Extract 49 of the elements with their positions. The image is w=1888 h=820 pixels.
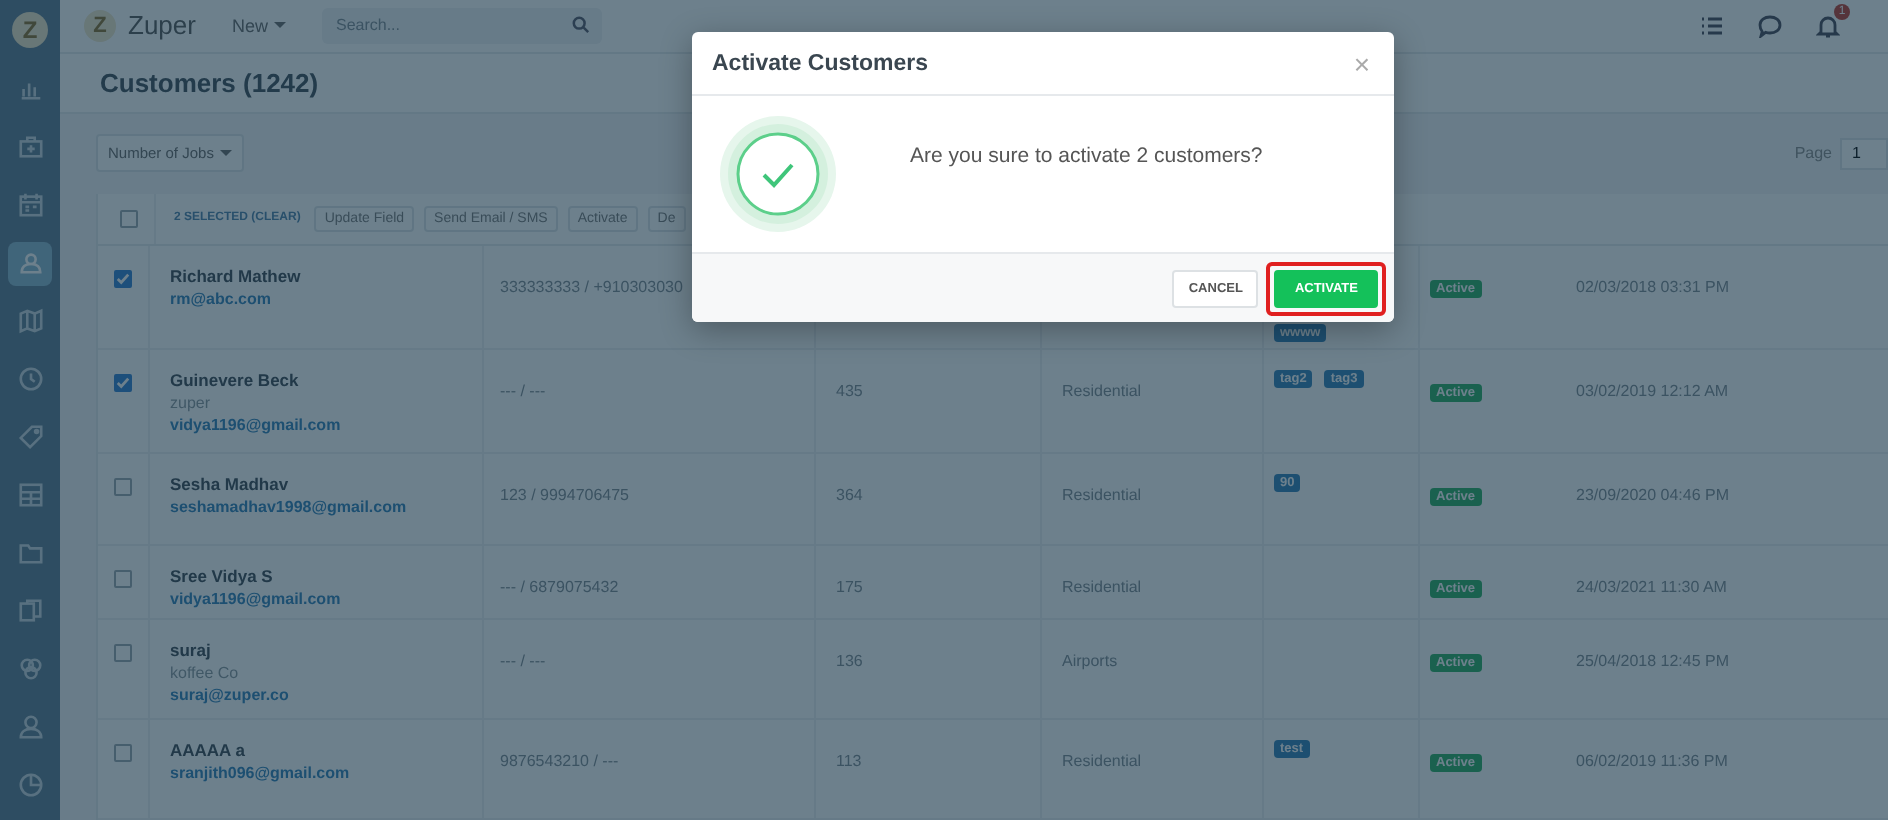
folder-icon: [17, 540, 43, 566]
cubes-icon: [17, 656, 43, 682]
map-icon: [17, 308, 43, 334]
checkbox[interactable]: [114, 269, 132, 288]
email-link[interactable]: rm@abc.com: [170, 289, 482, 308]
chat-icon[interactable]: [1758, 13, 1782, 38]
customers-icon: [17, 250, 43, 276]
caret-icon: [219, 150, 232, 157]
caret-icon: [273, 22, 286, 29]
email-link[interactable]: vidya1196@gmail.com: [170, 589, 482, 608]
calendar-icon: [17, 192, 43, 218]
bell-icon[interactable]: [1816, 13, 1840, 38]
customer-name[interactable]: Sree Vidya S: [170, 565, 482, 586]
success-check-icon: [718, 114, 838, 234]
brand-name: Zuper: [128, 10, 196, 41]
phone-numbers: --- / ---: [500, 651, 546, 670]
close-button[interactable]: ×: [1349, 49, 1374, 77]
email-link[interactable]: seshamadhav1998@gmail.com: [170, 497, 482, 516]
customer-name[interactable]: Sesha Madhav: [170, 473, 482, 494]
user-icon: [17, 714, 43, 740]
confirmation-message: Are you sure to activate 2 customers?: [910, 144, 1263, 168]
page-title: Customers (1242): [100, 67, 319, 98]
sidebar-item[interactable]: [8, 241, 52, 285]
phone-numbers: --- / ---: [500, 381, 546, 400]
checkbox[interactable]: [114, 373, 132, 392]
list-icon[interactable]: [1700, 13, 1724, 38]
documents-icon: [17, 598, 43, 624]
email-link[interactable]: sranjith096@gmail.com: [170, 763, 482, 782]
checkbox[interactable]: [114, 743, 132, 762]
table-icon: [17, 482, 43, 508]
page-input[interactable]: 1: [1840, 137, 1888, 170]
customer-name[interactable]: Richard Mathew: [170, 265, 482, 286]
briefcase-icon: [17, 134, 43, 160]
email-link[interactable]: suraj@zuper.co: [170, 685, 482, 704]
clock-icon: [17, 366, 43, 392]
pie-chart-icon: [17, 772, 43, 798]
checkbox[interactable]: [114, 643, 132, 662]
customer-name[interactable]: suraj: [170, 639, 482, 660]
customer-name[interactable]: AAAAA a: [170, 739, 482, 760]
checkbox[interactable]: [119, 209, 137, 228]
new-menu[interactable]: New: [223, 11, 294, 40]
customer-name[interactable]: Guinevere Beck: [170, 369, 482, 390]
logo-icon: Z: [84, 9, 116, 42]
tag-icon: [17, 424, 43, 450]
modal-title: Activate Customers: [712, 51, 929, 75]
checkbox[interactable]: [114, 569, 132, 588]
logo-icon: Z: [12, 12, 48, 48]
email-link[interactable]: vidya1196@gmail.com: [170, 415, 482, 434]
checkbox[interactable]: [114, 477, 132, 496]
